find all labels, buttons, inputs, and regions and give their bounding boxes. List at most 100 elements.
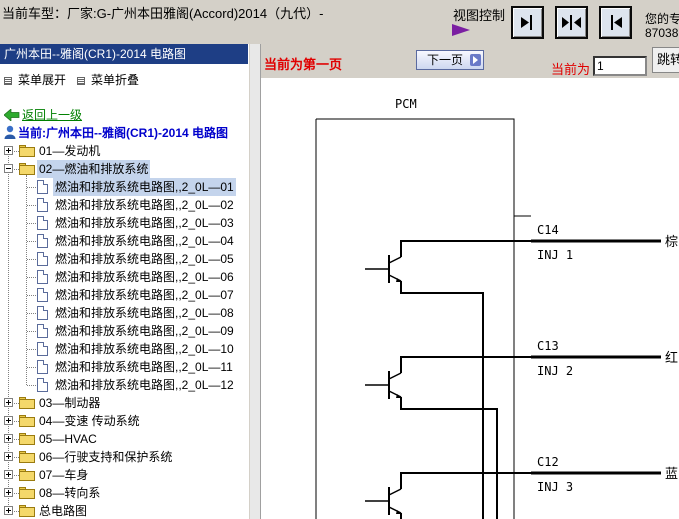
view-control-label: 视图控制 <box>453 8 506 23</box>
tree-item-document[interactable]: 燃油和排放系统电路图,,2_0L—07 <box>0 286 248 304</box>
tree-item-label[interactable]: 燃油和排放系统电路图,,2_0L—06 <box>53 268 236 286</box>
tree-item-label[interactable]: 02—燃油和排放系统 <box>37 160 151 178</box>
tree-item-label[interactable]: 燃油和排放系统电路图,,2_0L—01 <box>53 178 236 196</box>
wire-color-label: 蓝 <box>665 467 678 482</box>
user-icon <box>4 125 16 139</box>
tree-item-document[interactable]: 燃油和排放系统电路图,,2_0L—06 <box>0 268 248 286</box>
tree-item-document[interactable]: 燃油和排放系统电路图,,2_0L—04 <box>0 232 248 250</box>
expand-all-button[interactable]: 菜单展开 <box>4 71 66 88</box>
tree-item-document[interactable]: 燃油和排放系统电路图,,2_0L—01 <box>0 178 248 196</box>
tree-item-label[interactable]: 燃油和排放系统电路图,,2_0L—12 <box>53 376 236 394</box>
document-icon <box>37 378 48 392</box>
collapse-menu-icon <box>77 77 85 85</box>
signal-label: INJ 1 <box>537 248 573 262</box>
tree-item-document[interactable]: 燃油和排放系统电路图,,2_0L—08 <box>0 304 248 322</box>
diagram-pane: 当前为第一页 下一页 当前为 跳转 PCM C14 INJ 1 棕 C13 INJ 2 红… <box>261 44 679 519</box>
pcm-label: PCM <box>395 97 417 111</box>
transistor-collector <box>388 488 402 496</box>
account-info-line1: 您的专 <box>645 12 679 26</box>
tree-item-label[interactable]: 08—转向系 <box>37 484 102 502</box>
document-icon <box>37 342 48 356</box>
show-both-panels-button[interactable] <box>555 6 588 39</box>
collector-trace <box>400 240 531 257</box>
expand-toggle-icon[interactable] <box>4 488 13 497</box>
expand-toggle-icon[interactable] <box>4 470 13 479</box>
tree-item-folder[interactable]: 08—转向系 <box>0 484 248 502</box>
panel-split-icon <box>562 15 581 30</box>
tree-item-label[interactable]: 燃油和排放系统电路图,,2_0L—02 <box>53 196 236 214</box>
navigation-pane: 广州本田--雅阁(CR1)-2014 电路图 菜单展开 菜单折叠 返回上一级 当… <box>0 44 248 519</box>
expand-toggle-icon[interactable] <box>4 452 13 461</box>
tree-item-folder[interactable]: 总电路图 <box>0 502 248 519</box>
expand-toggle-icon[interactable] <box>4 506 13 515</box>
expand-toggle-icon[interactable] <box>4 416 13 425</box>
signal-label: INJ 3 <box>537 480 573 494</box>
document-icon <box>37 234 48 248</box>
expand-toggle-icon[interactable] <box>4 398 13 407</box>
tree-item-document[interactable]: 燃油和排放系统电路图,,2_0L—05 <box>0 250 248 268</box>
tree-item-folder[interactable]: 05—HVAC <box>0 430 248 448</box>
panel-left-icon <box>521 15 532 30</box>
show-right-panel-button[interactable] <box>599 6 632 39</box>
tree-item-label[interactable]: 燃油和排放系统电路图,,2_0L—11 <box>53 358 235 376</box>
tree-item-document[interactable]: 燃油和排放系统电路图,,2_0L—09 <box>0 322 248 340</box>
expand-toggle-icon[interactable] <box>4 434 13 443</box>
folder-icon <box>19 433 35 445</box>
tree-item-label[interactable]: 总电路图 <box>37 502 89 519</box>
collector-trace <box>400 356 531 373</box>
top-bar: 当前车型：厂家:G-广州本田雅阁(Accord)2014（九代）- 视图控制 您… <box>0 0 679 44</box>
tree-item-folder[interactable]: 02—燃油和排放系统 <box>0 160 248 178</box>
tree-item-folder[interactable]: 04—变速 传动系统 <box>0 412 248 430</box>
tree-item-document[interactable]: 燃油和排放系统电路图,,2_0L—02 <box>0 196 248 214</box>
document-icon <box>37 306 48 320</box>
tree-item-folder[interactable]: 01—发动机 <box>0 142 248 160</box>
tree-item-label[interactable]: 04—变速 传动系统 <box>37 412 142 430</box>
expand-toggle-icon[interactable] <box>4 146 13 155</box>
pane-splitter-bar[interactable] <box>250 44 261 519</box>
folder-icon <box>19 469 35 481</box>
tree-item-label[interactable]: 07—车身 <box>37 466 90 484</box>
tree-item-folder[interactable]: 07—车身 <box>0 466 248 484</box>
folder-icon <box>19 163 35 175</box>
wire-color-label: 红 <box>665 350 678 366</box>
tree-item-document[interactable]: 燃油和排放系统电路图,,2_0L—03 <box>0 214 248 232</box>
tree-item-label[interactable]: 03—制动器 <box>37 394 102 412</box>
circuit-diagram-svg: PCM C14 INJ 1 棕 C13 INJ 2 红 C12 INJ 3 蓝 <box>315 97 678 519</box>
tree-item-folder[interactable]: 06—行驶支持和保护系统 <box>0 448 248 466</box>
back-link[interactable]: 返回上一级 <box>4 106 82 123</box>
tree-item-label[interactable]: 05—HVAC <box>37 430 99 448</box>
document-icon <box>37 324 48 338</box>
circuit-diagram: PCM C14 INJ 1 棕 C13 INJ 2 红 C12 INJ 3 蓝 <box>261 78 679 519</box>
document-icon <box>37 180 48 194</box>
signal-label: INJ 2 <box>537 364 573 378</box>
tree-item-label[interactable]: 燃油和排放系统电路图,,2_0L—04 <box>53 232 236 250</box>
jump-button[interactable]: 跳转 <box>652 47 679 73</box>
tree-item-document[interactable]: 燃油和排放系统电路图,,2_0L—10 <box>0 340 248 358</box>
tree-item-label[interactable]: 燃油和排放系统电路图,,2_0L—05 <box>53 250 236 268</box>
collector-trace <box>400 472 531 489</box>
back-arrow-icon <box>4 109 20 121</box>
tree-item-label[interactable]: 01—发动机 <box>37 142 102 160</box>
panel-right-icon <box>611 15 622 30</box>
tree-item-label[interactable]: 06—行驶支持和保护系统 <box>37 448 174 466</box>
pcm-box <box>316 118 515 519</box>
page-number-input[interactable] <box>593 56 647 76</box>
tree-item-label[interactable]: 燃油和排放系统电路图,,2_0L—10 <box>53 340 236 358</box>
tree-item-folder[interactable]: 03—制动器 <box>0 394 248 412</box>
next-page-button[interactable]: 下一页 <box>416 50 484 70</box>
collapse-all-button[interactable]: 菜单折叠 <box>77 71 139 88</box>
tree-item-label[interactable]: 燃油和排放系统电路图,,2_0L—07 <box>53 286 236 304</box>
next-arrow-icon <box>470 54 481 66</box>
tree-item-document[interactable]: 燃油和排放系统电路图,,2_0L—11 <box>0 358 248 376</box>
collapse-toggle-icon[interactable] <box>4 164 13 173</box>
show-left-panel-button[interactable] <box>511 6 544 39</box>
tree-item-label[interactable]: 燃油和排放系统电路图,,2_0L—03 <box>53 214 236 232</box>
expand-all-label: 菜单展开 <box>18 73 67 87</box>
folder-icon <box>19 451 35 463</box>
document-icon <box>37 252 48 266</box>
tree-item-label[interactable]: 燃油和排放系统电路图,,2_0L—08 <box>53 304 236 322</box>
tree-item-document[interactable]: 燃油和排放系统电路图,,2_0L—12 <box>0 376 248 394</box>
folder-icon <box>19 505 35 517</box>
document-icon <box>37 270 48 284</box>
tree-item-label[interactable]: 燃油和排放系统电路图,,2_0L—09 <box>53 322 236 340</box>
